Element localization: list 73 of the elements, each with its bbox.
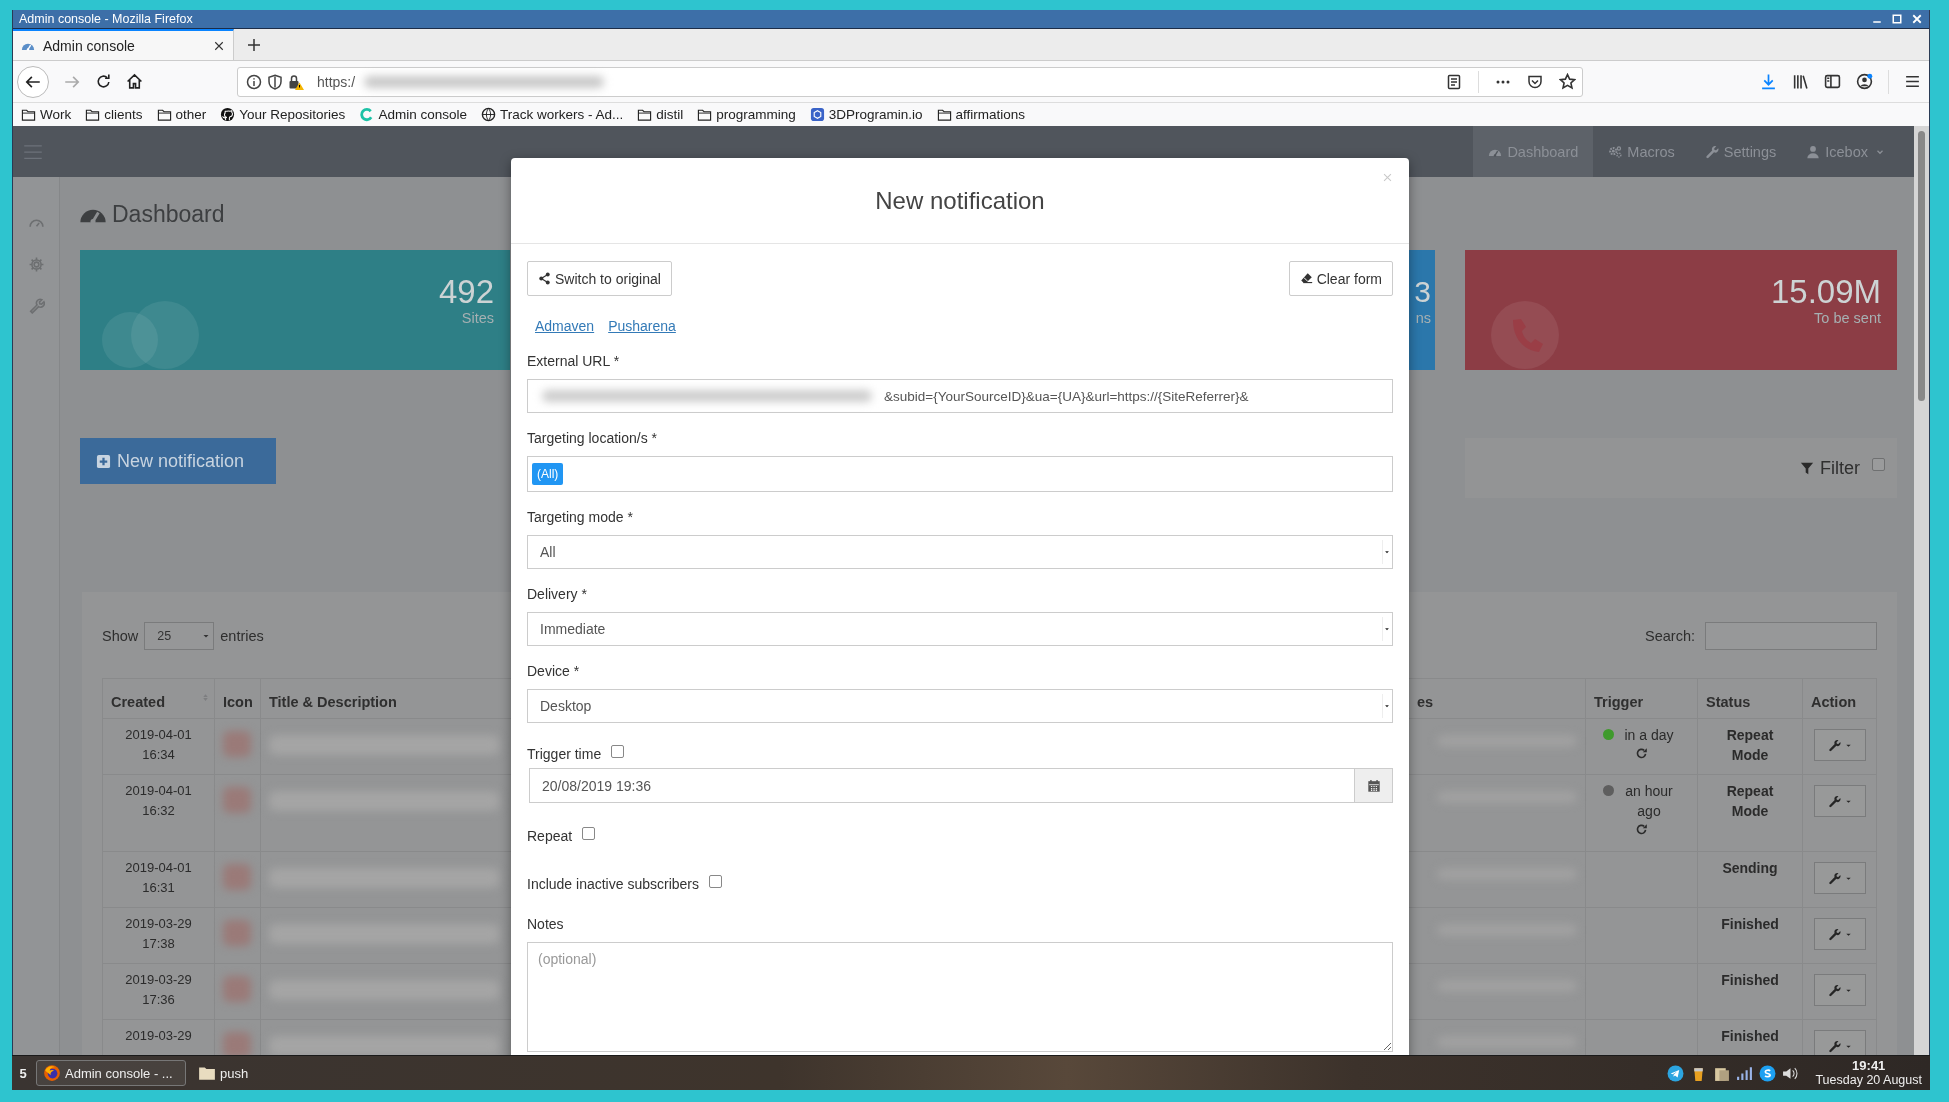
field-label: Include inactive subscribers bbox=[527, 876, 699, 892]
stat-label: ns bbox=[1414, 310, 1431, 326]
table-cell-text: 2019-03-29 17:36 bbox=[124, 971, 193, 1009]
browser-tab[interactable]: Admin console bbox=[13, 29, 234, 60]
column-header: Status bbox=[1697, 678, 1803, 719]
select-field[interactable]: Desktop bbox=[527, 689, 1393, 723]
field-label: Delivery * bbox=[527, 586, 587, 602]
column-header: Icon bbox=[214, 678, 261, 719]
field-label: Targeting mode * bbox=[527, 509, 633, 525]
status-text: Repeat Mode bbox=[1725, 726, 1775, 765]
taskbar-button[interactable]: push bbox=[192, 1060, 342, 1086]
trigger-text: an hour ago bbox=[1624, 782, 1674, 821]
stat-value: 3 bbox=[1414, 274, 1431, 310]
column-header: Action bbox=[1802, 678, 1877, 719]
filter-label: Filter bbox=[1820, 457, 1860, 479]
page-title: Dashboard bbox=[112, 201, 225, 228]
status-text: Repeat Mode bbox=[1725, 782, 1775, 821]
preset-link[interactable]: Admaven bbox=[535, 318, 595, 334]
page-size-select[interactable]: 25 bbox=[144, 622, 215, 650]
column-header: es bbox=[1408, 678, 1586, 719]
bookmark[interactable]: distil bbox=[637, 107, 684, 122]
table-cell-text: 2019-03-29 bbox=[124, 1027, 193, 1045]
new-notification-button[interactable]: New notification bbox=[80, 438, 276, 484]
bookmark[interactable]: Your Repositories bbox=[220, 107, 346, 122]
bookmark[interactable]: Work bbox=[21, 107, 72, 122]
tab-label: Admin console bbox=[43, 37, 136, 54]
table-cell-text: 2019-04-01 16:32 bbox=[124, 782, 193, 820]
stat-label: To be sent bbox=[1813, 310, 1881, 326]
clock-time: 19:41 bbox=[1851, 1059, 1887, 1073]
table-cell-text: 2019-04-01 16:34 bbox=[124, 726, 193, 764]
stat-value: 15.09M bbox=[1770, 274, 1881, 310]
window-title: Admin console - Mozilla Firefox bbox=[19, 12, 193, 26]
field-label: Repeat bbox=[527, 828, 573, 844]
field-label: Notes bbox=[527, 916, 564, 932]
bookmark[interactable]: 3DProgramin.io bbox=[809, 107, 923, 122]
workspace-number[interactable]: 5 bbox=[16, 1065, 30, 1081]
clock-date: Tuesday 20 August bbox=[1815, 1073, 1922, 1087]
search-label: Search: bbox=[1645, 628, 1695, 644]
bookmark[interactable]: programming bbox=[697, 107, 796, 122]
select-field[interactable]: All bbox=[527, 535, 1393, 569]
field-label: External URL * bbox=[527, 353, 620, 369]
field-label: Targeting location/s * bbox=[527, 430, 657, 446]
select-field[interactable]: Immediate bbox=[527, 612, 1393, 646]
field-label: Device * bbox=[527, 663, 580, 679]
modal-title: New notification bbox=[875, 186, 1045, 215]
show-label: Show bbox=[102, 628, 139, 644]
column-header: Trigger bbox=[1585, 678, 1698, 719]
date-field[interactable]: 20/08/2019 19:36 bbox=[529, 768, 1355, 803]
status-text: Sending bbox=[1721, 859, 1779, 878]
bookmark[interactable]: clients bbox=[85, 107, 143, 122]
table-cell-text: 2019-04-01 16:31 bbox=[124, 859, 193, 897]
address-bar[interactable]: https:/ bbox=[237, 66, 1583, 97]
url-field[interactable]: &subid={YourSourceID}&ua={UA}&url=https://{SiteReferrer}& bbox=[527, 379, 1393, 413]
url-text: https:/ bbox=[317, 73, 356, 90]
status-text: Finished bbox=[1720, 1027, 1780, 1046]
preset-link[interactable]: Pusharena bbox=[608, 318, 676, 334]
trigger-text: in a day bbox=[1623, 726, 1675, 745]
field-label: Trigger time bbox=[527, 746, 602, 762]
bookmark[interactable]: affirmations bbox=[936, 107, 1026, 122]
column-header[interactable]: Created bbox=[102, 678, 215, 719]
taskbar-button[interactable]: Admin console - ... bbox=[36, 1060, 186, 1086]
table-cell-text: 2019-03-29 17:38 bbox=[124, 915, 193, 953]
bookmark[interactable]: Admin console bbox=[359, 107, 467, 122]
bookmark[interactable]: other bbox=[156, 107, 207, 122]
notes-field[interactable]: (optional) bbox=[527, 942, 1393, 1052]
stat-label: Sites bbox=[460, 310, 494, 326]
entries-label: entries bbox=[220, 628, 264, 644]
stat-value: 492 bbox=[438, 274, 494, 310]
form-button[interactable]: Switch to original bbox=[527, 261, 672, 296]
bookmark[interactable]: Track workers - Ad... bbox=[480, 107, 624, 122]
form-button[interactable]: Clear form bbox=[1288, 261, 1393, 296]
status-text: Finished bbox=[1720, 915, 1780, 934]
status-text: Finished bbox=[1720, 971, 1780, 990]
